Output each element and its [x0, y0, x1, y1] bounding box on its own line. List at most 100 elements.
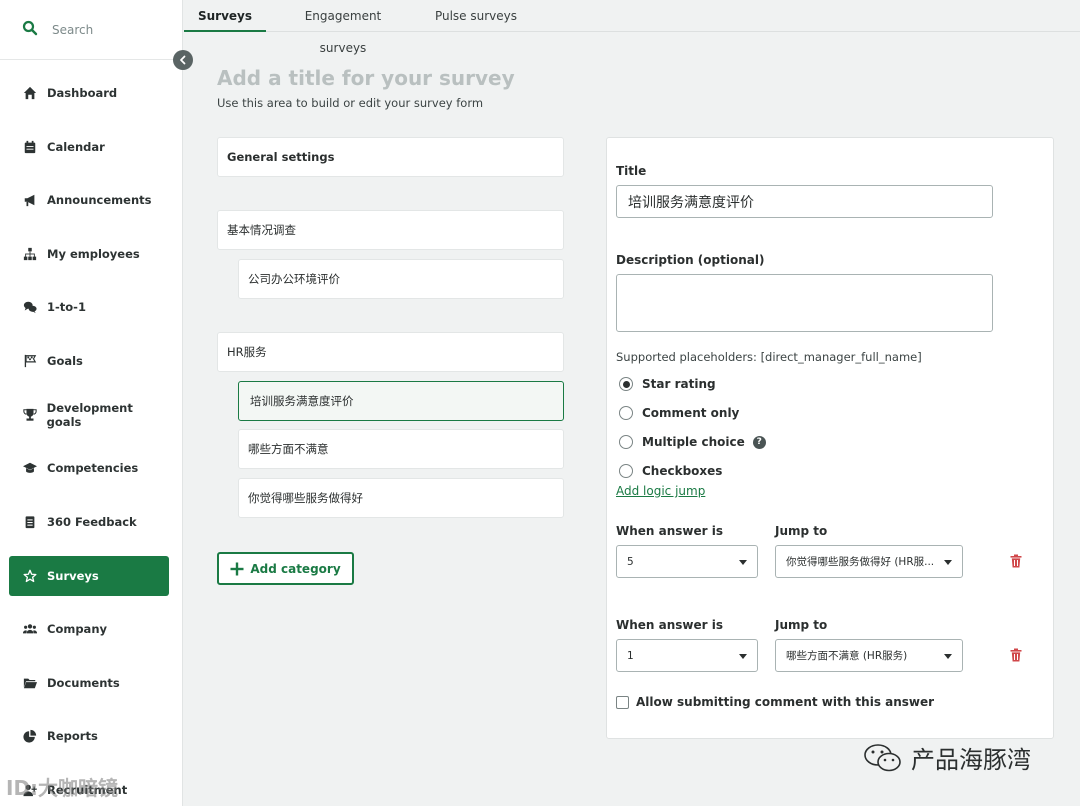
when-answer-select[interactable]: 1 [616, 639, 758, 672]
sidebar-item-competencies[interactable]: Competencies [9, 448, 169, 488]
help-icon[interactable]: ? [752, 435, 766, 449]
tab-surveys[interactable]: Surveys [184, 0, 266, 32]
sidebar-item-dashboard[interactable]: Dashboard [9, 73, 169, 113]
sidebar-item-goals[interactable]: Goals [9, 341, 169, 381]
add-category-label: Add category [250, 561, 341, 576]
chevron-down-icon [739, 654, 747, 659]
allow-comment-checkbox[interactable]: Allow submitting comment with this answe… [616, 695, 934, 709]
chevron-down-icon [944, 654, 952, 659]
sidebar: Search Dashboard Calendar Announcements … [0, 0, 183, 806]
collapse-sidebar-button[interactable] [173, 50, 193, 70]
chevron-left-icon [180, 55, 186, 65]
sidebar-item-reports[interactable]: Reports [9, 716, 169, 756]
question-item[interactable]: 公司办公环境评价 [238, 259, 564, 299]
radio-checkboxes[interactable]: Checkboxes [619, 464, 722, 478]
checkbox-label: Allow submitting comment with this answe… [636, 695, 935, 709]
question-item-selected[interactable]: 培训服务满意度评价 [238, 381, 564, 421]
clipboard-icon [22, 514, 38, 530]
add-category-button[interactable]: Add category [217, 552, 354, 585]
calendar-icon [22, 139, 38, 155]
radio-label: Multiple choice [642, 435, 745, 449]
radio-button[interactable] [619, 377, 633, 391]
radio-label: Star rating [642, 377, 716, 391]
sidebar-item-label: 360 Feedback [47, 515, 137, 529]
sidebar-item-development-goals[interactable]: Development goals [9, 395, 169, 435]
category-item[interactable]: 基本情况调查 [217, 210, 564, 250]
pie-chart-icon [22, 728, 38, 744]
sidebar-item-company[interactable]: Company [9, 609, 169, 649]
add-logic-jump-link[interactable]: Add logic jump [616, 484, 705, 498]
star-icon [22, 568, 38, 584]
megaphone-icon [22, 192, 38, 208]
radio-multiple-choice[interactable]: Multiple choice ? [619, 435, 766, 449]
radio-button[interactable] [619, 435, 633, 449]
radio-comment-only[interactable]: Comment only [619, 406, 739, 420]
people-icon [22, 621, 38, 637]
description-label: Description (optional) [616, 253, 765, 267]
sidebar-item-label: My employees [47, 247, 140, 261]
sidebar-item-label: Reports [47, 729, 98, 743]
corner-watermark: ID:大咖暗镜 [6, 776, 119, 800]
chevron-down-icon [739, 560, 747, 565]
question-item[interactable]: 哪些方面不满意 [238, 429, 564, 469]
graduation-cap-icon [22, 460, 38, 476]
question-editor-panel: Title 培训服务满意度评价 Description (optional) S… [606, 137, 1054, 739]
sidebar-item-label: 1-to-1 [47, 300, 86, 314]
search-bar[interactable]: Search [0, 0, 182, 60]
org-chart-icon [22, 246, 38, 262]
radio-label: Comment only [642, 406, 740, 420]
question-title-input[interactable]: 培训服务满意度评价 [616, 185, 993, 218]
wechat-watermark: 产品海豚湾 [863, 740, 1031, 775]
description-textarea[interactable] [616, 274, 993, 332]
sidebar-item-label: Surveys [47, 569, 99, 583]
radio-button[interactable] [619, 406, 633, 420]
jump-to-label: Jump to [775, 524, 828, 538]
chevron-down-icon [944, 560, 952, 565]
chat-bubbles-icon [22, 299, 38, 315]
placeholders-hint: Supported placeholders: [direct_manager_… [616, 350, 922, 364]
sidebar-item-calendar[interactable]: Calendar [9, 127, 169, 167]
tab-engagement-surveys[interactable]: Engagement surveys [280, 0, 406, 55]
jump-to-select[interactable]: 哪些方面不满意 (HR服务) [775, 639, 963, 672]
sidebar-item-announcements[interactable]: Announcements [9, 180, 169, 220]
radio-button[interactable] [619, 464, 633, 478]
when-answer-select[interactable]: 5 [616, 545, 758, 578]
radio-star-rating[interactable]: Star rating [619, 377, 716, 391]
select-value: 5 [627, 555, 634, 568]
trash-icon[interactable] [1009, 648, 1023, 662]
sidebar-item-documents[interactable]: Documents [9, 663, 169, 703]
search-input[interactable]: Search [52, 23, 93, 37]
sidebar-item-label: Company [47, 622, 107, 636]
plus-icon [230, 562, 244, 575]
jump-to-select[interactable]: 你觉得哪些服务做得好 (HR服... [775, 545, 963, 578]
sidebar-item-label: Announcements [47, 193, 152, 207]
sidebar-item-my-employees[interactable]: My employees [9, 234, 169, 274]
checkbox[interactable] [616, 695, 629, 709]
general-settings-item[interactable]: General settings [217, 137, 564, 177]
sidebar-item-surveys[interactable]: Surveys [9, 556, 169, 596]
folder-icon [22, 675, 38, 691]
flag-icon [22, 353, 38, 369]
category-item[interactable]: HR服务 [217, 332, 564, 372]
when-answer-label: When answer is [616, 524, 723, 538]
title-label: Title [616, 164, 647, 178]
select-value: 你觉得哪些服务做得好 (HR服... [786, 556, 935, 568]
trash-icon[interactable] [1009, 554, 1023, 568]
sidebar-item-1-to-1[interactable]: 1-to-1 [9, 287, 169, 327]
sidebar-item-label: Competencies [47, 461, 139, 475]
sidebar-item-360-feedback[interactable]: 360 Feedback [9, 502, 169, 542]
tab-pulse-surveys[interactable]: Pulse surveys [430, 0, 522, 32]
jump-to-label: Jump to [775, 618, 828, 632]
sidebar-item-label: Dashboard [47, 86, 118, 100]
when-answer-label: When answer is [616, 618, 723, 632]
trophy-icon [22, 407, 38, 423]
question-item[interactable]: 你觉得哪些服务做得好 [238, 478, 564, 518]
wechat-icon [864, 743, 901, 771]
select-value: 1 [627, 649, 634, 662]
select-value: 哪些方面不满意 (HR服务) [786, 650, 908, 662]
sidebar-item-label: Calendar [47, 140, 105, 154]
survey-tabs: Surveys Engagement surveys Pulse surveys [184, 0, 1080, 55]
sidebar-item-label: Documents [47, 676, 120, 690]
radio-label: Checkboxes [642, 464, 723, 478]
survey-title-placeholder[interactable]: Add a title for your survey [217, 66, 515, 90]
